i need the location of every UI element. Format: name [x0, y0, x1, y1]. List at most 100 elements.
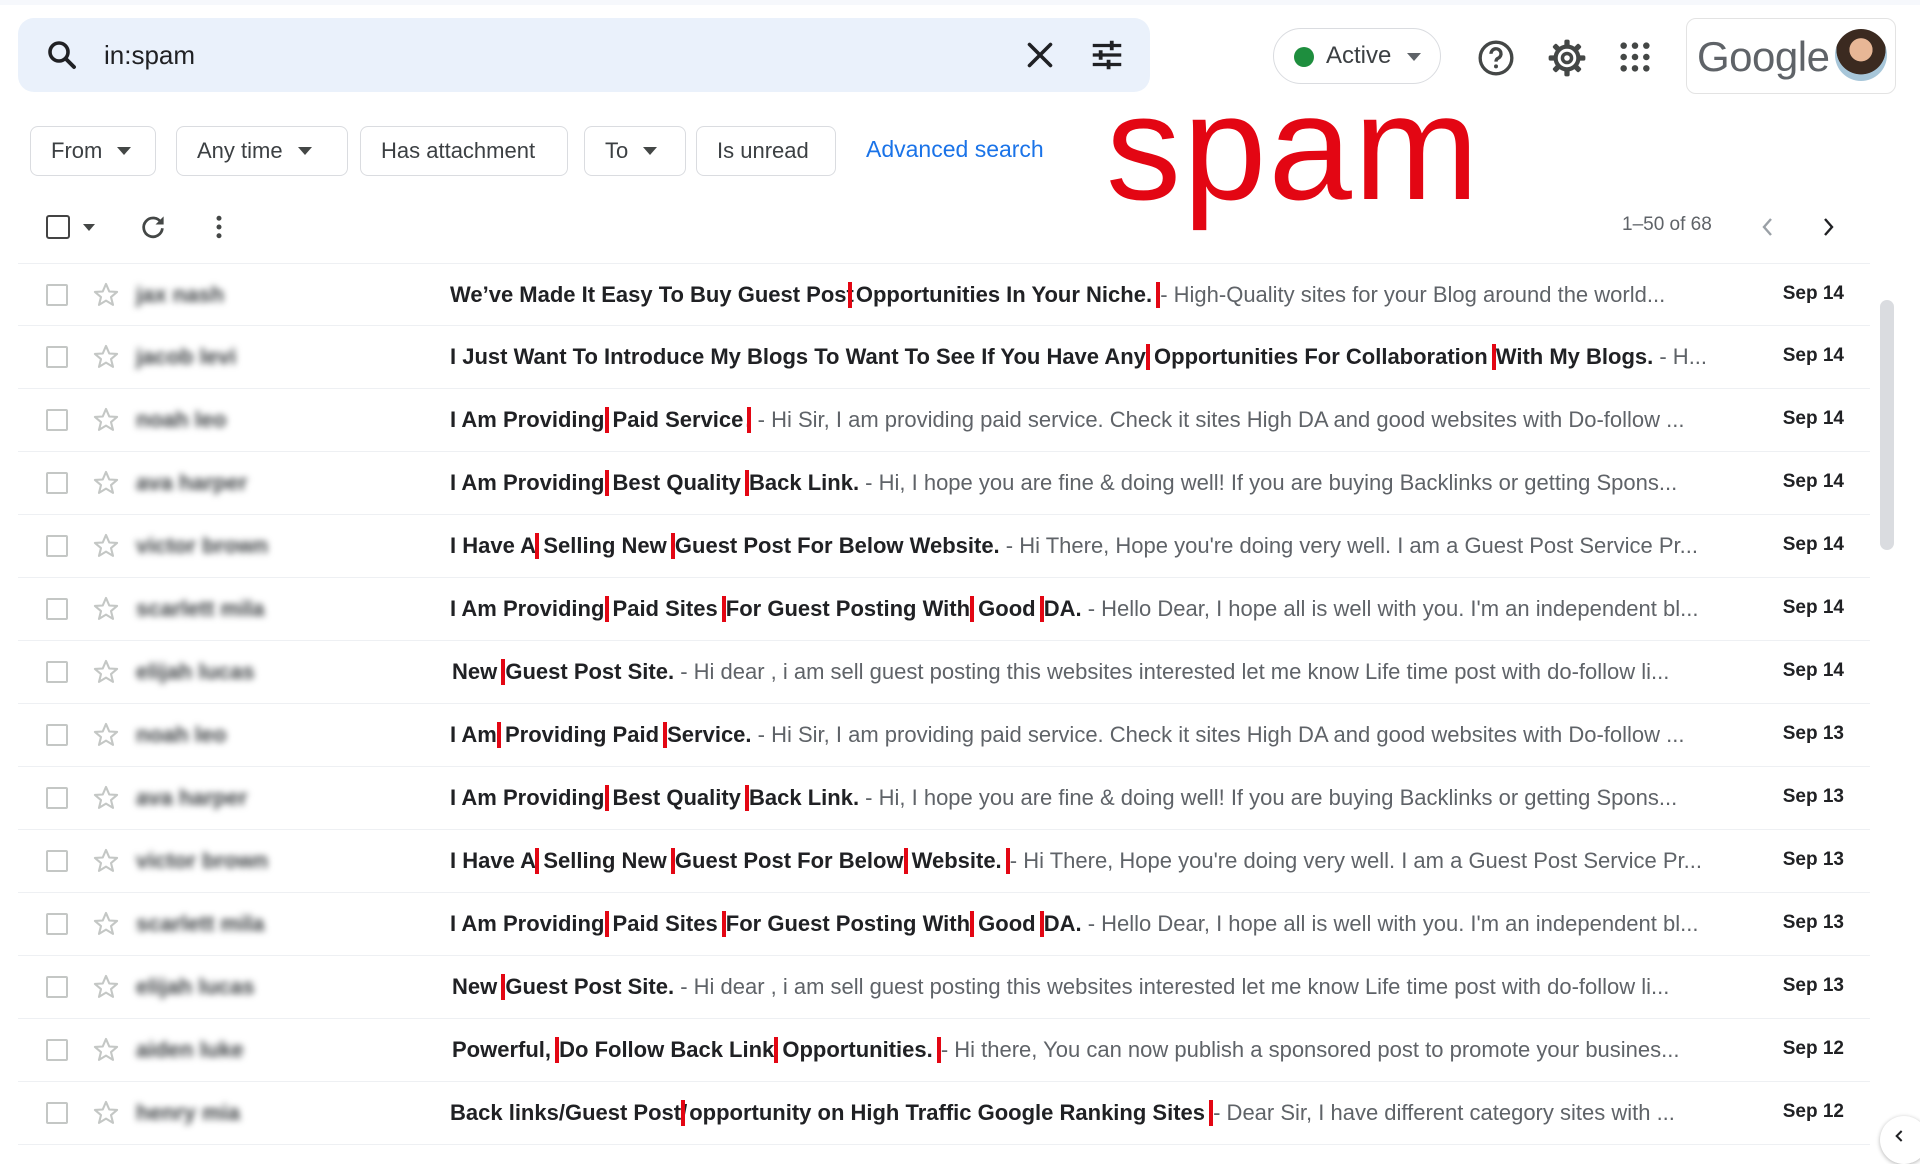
snippet-text: - Hi Sir, I am providing paid service. C…: [751, 722, 1685, 747]
star-icon[interactable]: [92, 1099, 120, 1127]
apps-grid-icon[interactable]: [1618, 40, 1652, 74]
table-row[interactable]: aiden luke Powerful, Do Follow Back Link …: [18, 1019, 1870, 1082]
filter-chip[interactable]: Has attachment: [360, 126, 568, 176]
subject-text: I Am: [450, 722, 503, 747]
table-row[interactable]: jacob levi I Just Want To Introduce My Bl…: [18, 326, 1870, 389]
refresh-icon[interactable]: [138, 212, 168, 242]
row-checkbox[interactable]: [46, 535, 68, 557]
table-row[interactable]: noah leo I Am Providing Paid Service. - H…: [18, 704, 1870, 767]
star-icon[interactable]: [92, 595, 120, 623]
star-icon[interactable]: [92, 406, 120, 434]
table-row[interactable]: victor brown I Have A Selling New Guest P…: [18, 830, 1870, 893]
more-vert-icon[interactable]: [204, 212, 234, 242]
snippet-text: - Hello Dear, I hope all is well with yo…: [1081, 911, 1699, 936]
filter-chip[interactable]: To: [584, 126, 686, 176]
star-icon[interactable]: [92, 281, 120, 309]
star-icon[interactable]: [92, 658, 120, 686]
filter-chip[interactable]: Is unread: [696, 126, 836, 176]
select-caret-down-icon[interactable]: [82, 223, 96, 232]
message-date: Sep 14: [1782, 345, 1844, 366]
advanced-search-link[interactable]: Advanced search: [866, 136, 1044, 163]
row-checkbox[interactable]: [46, 913, 68, 935]
highlighted-phrase: Selling New: [535, 533, 675, 559]
row-checkbox[interactable]: [46, 598, 68, 620]
table-row[interactable]: jax nash We’ve Made It Easy To Buy Guest …: [18, 263, 1870, 326]
highlighted-phrase: Paid Service: [604, 407, 752, 433]
chevron-right-icon[interactable]: [1816, 214, 1840, 240]
table-row[interactable]: victor brown I Have A Selling New Guest P…: [18, 515, 1870, 578]
sender-name: victor brown: [136, 533, 269, 558]
star-icon[interactable]: [92, 973, 120, 1001]
highlighted-phrase: Opportunities.: [774, 1037, 941, 1063]
search-icon[interactable]: [44, 37, 80, 73]
table-row[interactable]: ava harper I Am Providing Best Quality Ba…: [18, 452, 1870, 515]
chevron-left-icon: [1895, 1130, 1903, 1142]
star-icon[interactable]: [92, 721, 120, 749]
caret-down-icon: [1407, 53, 1421, 61]
highlighted-phrase: Providing Paid: [496, 722, 668, 748]
subject-text: Back Link.: [742, 785, 860, 810]
subject-text: For Guest Posting With: [719, 911, 977, 936]
subject-text: Back links/Guest Post/: [450, 1100, 688, 1125]
table-row[interactable]: elijah lucas New Guest Post Site. - Hi de…: [18, 956, 1870, 1019]
row-checkbox[interactable]: [46, 472, 68, 494]
subject-text: I Am Providing: [450, 470, 611, 495]
highlighted-phrase: Paid Sites: [604, 596, 726, 622]
avatar[interactable]: [1835, 29, 1887, 81]
filter-chip-label: Is unread: [717, 138, 809, 163]
star-icon[interactable]: [92, 469, 120, 497]
table-row[interactable]: scarlett mila I Am Providing Paid Sites F…: [18, 893, 1870, 956]
filter-chip[interactable]: Any time: [176, 126, 348, 176]
search-input[interactable]: [104, 34, 904, 76]
select-all-checkbox[interactable]: [46, 215, 70, 239]
table-row[interactable]: scarlett mila I Am Providing Paid Sites F…: [18, 578, 1870, 641]
row-checkbox[interactable]: [46, 346, 68, 368]
row-checkbox[interactable]: [46, 976, 68, 998]
subject-text: I Just Want To Introduce My Blogs To Wan…: [450, 344, 1153, 369]
table-row[interactable]: henry mia Back links/Guest Post/opportuni…: [18, 1082, 1870, 1145]
sender-name: noah leo: [136, 722, 227, 747]
row-checkbox[interactable]: [46, 724, 68, 746]
sender-name: noah leo: [136, 407, 227, 432]
message-list: jax nash We’ve Made It Easy To Buy Guest …: [18, 263, 1870, 1145]
snippet-text: - Hi There, Hope you're doing very well.…: [1003, 848, 1702, 873]
star-icon[interactable]: [92, 532, 120, 560]
highlighted-phrase: New: [450, 974, 506, 1000]
pagination-label: 1–50 of 68: [1622, 214, 1712, 235]
row-checkbox[interactable]: [46, 850, 68, 872]
table-row[interactable]: noah leo I Am Providing Paid Service. - H…: [18, 389, 1870, 452]
sender-name: ava harper: [136, 470, 248, 495]
sender-name: scarlett mila: [136, 911, 265, 936]
star-icon[interactable]: [92, 847, 120, 875]
message-preview: We’ve Made It Easy To Buy Guest PostOppo…: [450, 282, 1720, 308]
side-panel-toggle[interactable]: [1880, 1116, 1920, 1164]
table-row[interactable]: elijah lucas New Guest Post Site. - Hi de…: [18, 641, 1870, 704]
row-checkbox[interactable]: [46, 787, 68, 809]
sender-name: elijah lucas: [136, 659, 255, 684]
row-checkbox[interactable]: [46, 409, 68, 431]
row-checkbox[interactable]: [46, 661, 68, 683]
subject-text: DA.: [1037, 911, 1082, 936]
subject-text: I Have A: [450, 848, 542, 873]
close-icon[interactable]: [1022, 37, 1058, 73]
sender-name: henry mia: [136, 1100, 240, 1125]
table-row[interactable]: ava harper I Am Providing Best Quality Ba…: [18, 767, 1870, 830]
message-date: Sep 13: [1782, 975, 1844, 996]
row-checkbox[interactable]: [46, 1102, 68, 1124]
filter-chip[interactable]: From: [30, 126, 156, 176]
highlighted-phrase: Best Quality: [604, 785, 749, 811]
star-icon[interactable]: [92, 1036, 120, 1064]
sender-name: scarlett mila: [136, 596, 265, 621]
gear-icon[interactable]: [1546, 37, 1588, 79]
help-icon[interactable]: [1476, 38, 1516, 78]
row-checkbox[interactable]: [46, 284, 68, 306]
chevron-left-icon[interactable]: [1756, 214, 1780, 240]
scrollbar[interactable]: [1880, 300, 1894, 550]
star-icon[interactable]: [92, 343, 120, 371]
caret-down-icon: [117, 147, 132, 155]
row-checkbox[interactable]: [46, 1039, 68, 1061]
star-icon[interactable]: [92, 784, 120, 812]
star-icon[interactable]: [92, 910, 120, 938]
account-switcher[interactable]: Google: [1686, 18, 1896, 94]
snippet-text: - Hi dear , i am sell guest posting this…: [674, 974, 1670, 999]
